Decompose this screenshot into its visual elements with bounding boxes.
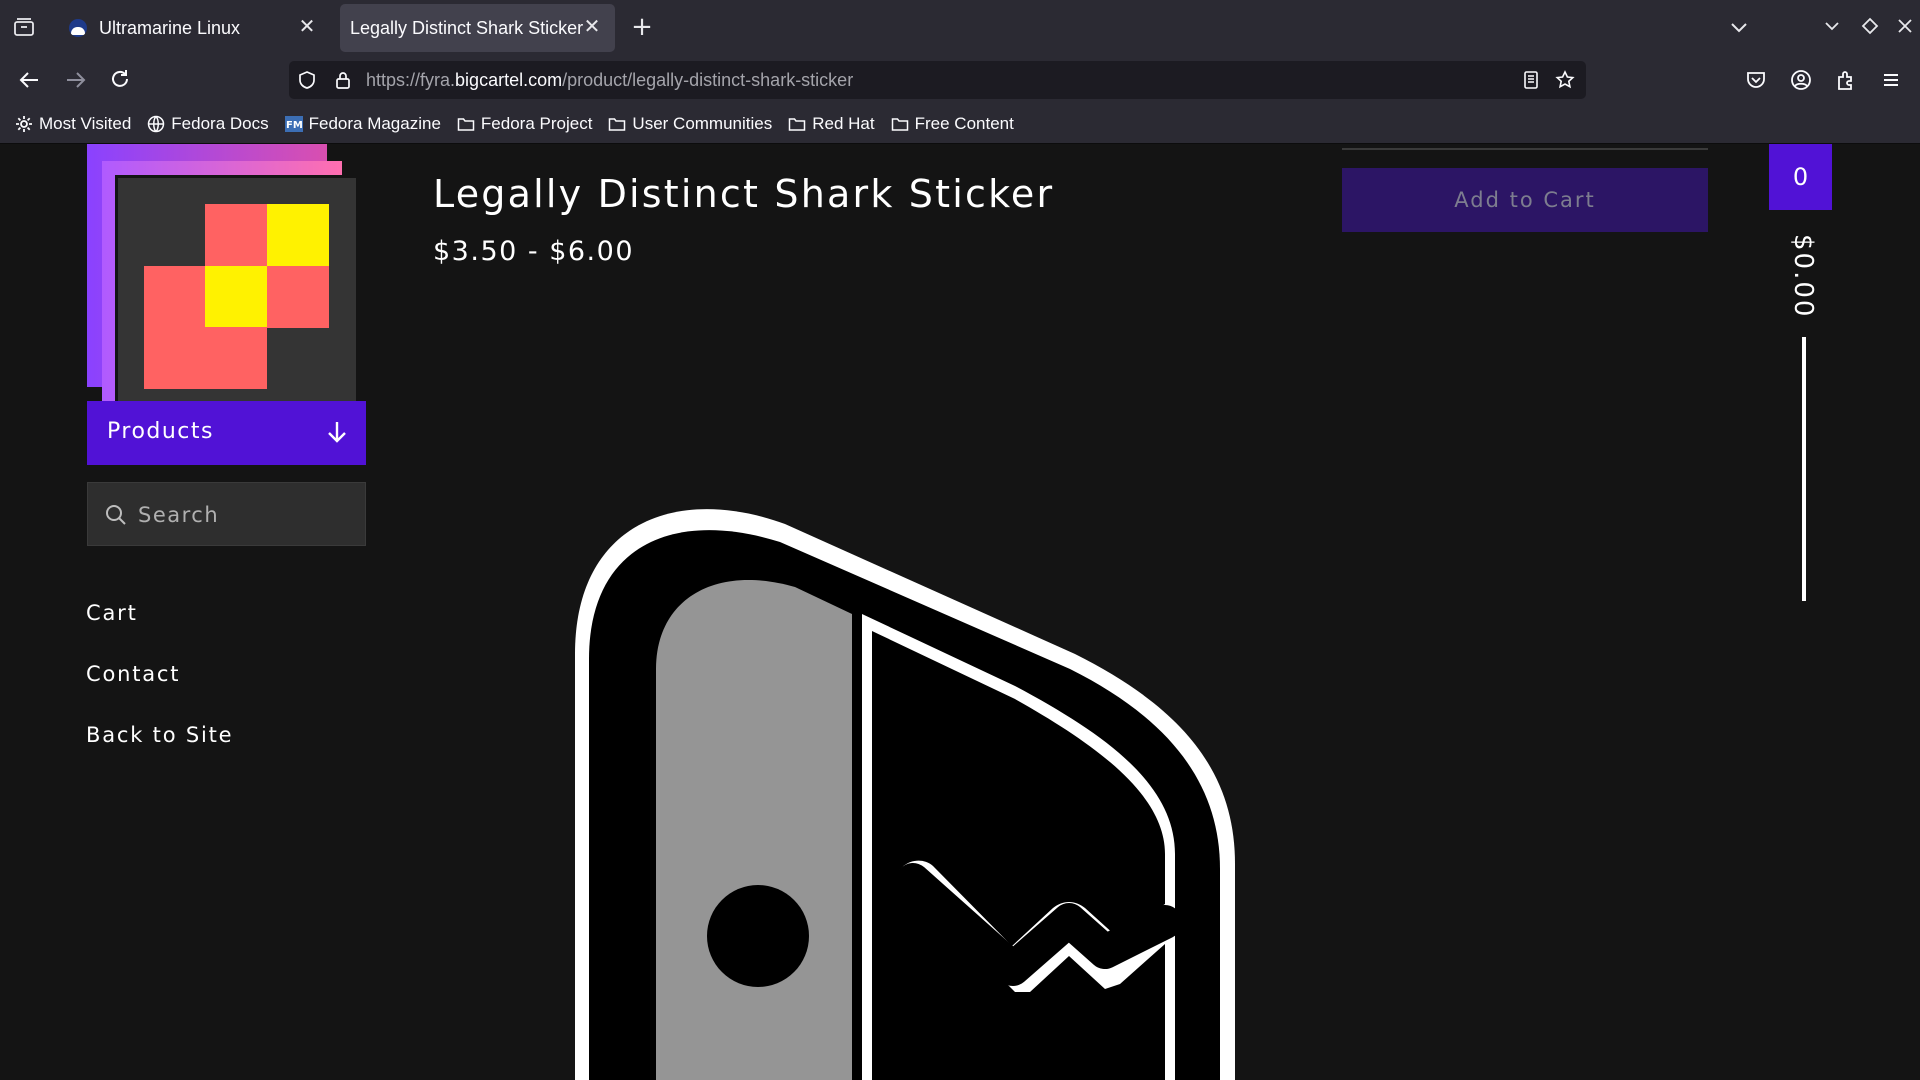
shark-sticker-image[interactable] [575,504,1265,1080]
url-bar[interactable]: https://fyra.bigcartel.com/product/legal… [289,61,1586,99]
store-logo[interactable] [87,144,367,419]
search-icon [104,503,128,527]
bookmarks-toolbar: Most Visited Fedora Docs FM Fedora Magaz… [0,105,1920,144]
url-text[interactable]: https://fyra.bigcartel.com/product/legal… [366,70,853,91]
chevron-down-icon[interactable] [1728,16,1752,38]
folder-icon [457,115,475,133]
bookmark-fedora-magazine[interactable]: FM Fedora Magazine [284,114,441,134]
close-icon[interactable]: ✕ [296,16,318,38]
ultramarine-favicon-icon [69,19,87,37]
navigation-toolbar: https://fyra.bigcartel.com/product/legal… [0,55,1920,105]
globe-icon [147,115,165,133]
tab-bar: Ultramarine Linux ✕ Legally Distinct Sha… [0,0,1920,55]
extensions-icon[interactable] [1834,68,1860,94]
tab-title: Legally Distinct Shark Sticker [350,17,584,38]
products-dropdown-button[interactable]: Products [87,401,366,465]
tab-shark-sticker[interactable]: Legally Distinct Shark Sticker ✕ [340,4,615,52]
account-icon[interactable] [1789,68,1815,94]
bookmark-fedora-project[interactable]: Fedora Project [457,114,593,134]
store-page: Products Cart Contact Back to Site Legal… [0,144,1920,1080]
folder-icon [608,115,626,133]
cart-total-amount: $0.00 [1788,234,1818,319]
product-price: $3.50 - $6.00 [433,236,634,267]
url-host: bigcartel.com [455,70,563,90]
minimize-icon[interactable] [1822,16,1846,38]
bookmark-label: Fedora Project [480,114,593,133]
cart-count-badge[interactable]: 0 [1769,144,1832,210]
logo-red-square [144,327,206,389]
svg-text:FM: FM [286,120,303,131]
back-arrow-icon[interactable] [17,67,43,93]
bookmark-label: Red Hat [812,114,875,133]
logo-front-layer [115,175,359,419]
cart-total[interactable]: $0.00 [1770,234,1830,324]
folder-icon [891,115,909,133]
window-close-icon[interactable] [1895,16,1919,38]
logo-yellow-square [205,266,267,328]
bookmark-red-hat[interactable]: Red Hat [788,114,875,134]
search-box [87,482,366,546]
bookmark-label: Free Content [914,114,1014,133]
tab-list-icon[interactable] [13,17,35,37]
tab-title: Ultramarine Linux [99,17,241,38]
arrow-down-icon [326,419,348,445]
nav-link-cart[interactable]: Cart [86,601,138,625]
bookmark-label: Most Visited [39,114,132,133]
nav-link-contact[interactable]: Contact [86,662,180,686]
logo-red-square [267,266,329,328]
bookmark-star-icon[interactable] [1555,70,1575,90]
tab-ultramarine[interactable]: Ultramarine Linux ✕ [55,4,330,52]
logo-red-square [205,327,267,389]
url-path: /product/legally-distinct-shark-sticker [562,70,854,90]
pocket-icon[interactable] [1744,68,1770,94]
shield-icon[interactable] [297,70,317,90]
reload-icon[interactable] [107,67,133,93]
reader-view-icon[interactable] [1521,70,1541,90]
bookmark-most-visited[interactable]: Most Visited [15,114,131,134]
bookmark-user-communities[interactable]: User Communities [608,114,772,134]
products-label: Products [107,419,214,444]
cart-divider-line [1802,337,1806,601]
forward-arrow-icon[interactable] [62,67,88,93]
close-icon[interactable]: ✕ [581,16,603,38]
bookmark-free-content[interactable]: Free Content [891,114,1014,134]
nav-link-back-to-site[interactable]: Back to Site [86,723,233,747]
search-input[interactable] [138,495,348,535]
gear-icon [15,115,33,133]
product-title: Legally Distinct Shark Sticker [433,172,1055,216]
lock-icon[interactable] [333,70,353,90]
fm-icon: FM [284,115,303,133]
url-prefix: https://fyra. [366,70,456,90]
bookmark-label: User Communities [632,114,773,133]
option-select-edge[interactable] [1342,144,1708,150]
menu-icon[interactable] [1879,68,1905,94]
new-tab-button[interactable]: + [628,14,656,42]
bookmark-label: Fedora Magazine [308,114,441,133]
bookmark-label: Fedora Docs [171,114,269,133]
logo-red-square [205,204,267,266]
folder-icon [788,115,806,133]
add-to-cart-button[interactable]: Add to Cart [1342,168,1708,232]
logo-red-square [144,266,206,328]
maximize-icon[interactable] [1860,16,1884,38]
bookmark-fedora-docs[interactable]: Fedora Docs [147,114,269,134]
logo-yellow-square [267,204,329,266]
